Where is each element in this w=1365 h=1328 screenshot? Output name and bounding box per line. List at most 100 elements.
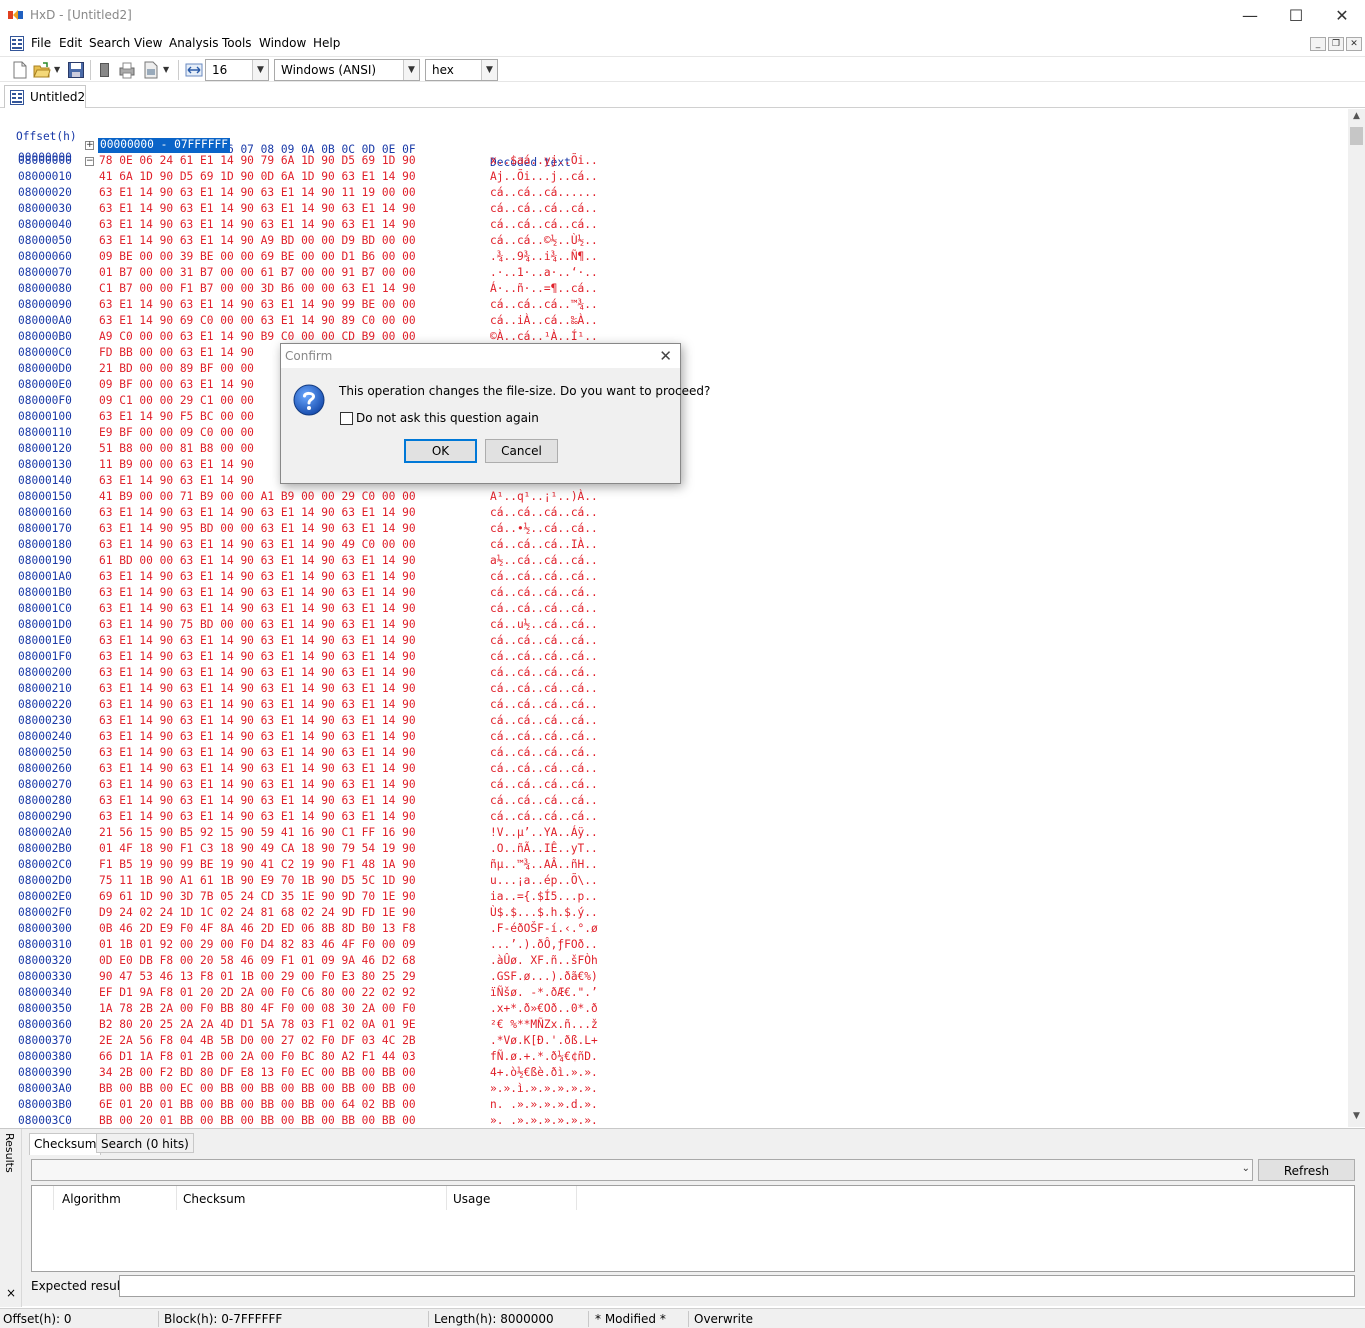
menu-analysis[interactable]: Analysis [169, 36, 218, 50]
row-decoded-text[interactable]: ñµ..™¾..AÂ..ñH.. [490, 858, 598, 871]
dont-ask-checkbox[interactable] [340, 412, 353, 425]
row-decoded-text[interactable]: ²€ %**MÑZx.ñ...ž [490, 1018, 598, 1031]
menu-help[interactable]: Help [313, 36, 340, 50]
row-decoded-text[interactable]: Á·..ñ·..=¶..cá.. [490, 282, 598, 295]
collapse-icon[interactable]: − [85, 157, 94, 166]
row-bytes[interactable]: 63 E1 14 90 63 E1 14 90 63 E1 14 90 49 C… [99, 538, 416, 551]
open-dropdown-icon[interactable]: ▼ [54, 65, 60, 74]
row-decoded-text[interactable]: Aj..Õi...j..cá.. [490, 170, 598, 183]
row-decoded-text[interactable]: .x+*.ð»€Oð..0*.ð [490, 1002, 598, 1015]
row-bytes[interactable]: 63 E1 14 90 63 E1 14 90 63 E1 14 90 63 E… [99, 746, 416, 759]
scroll-down-icon[interactable]: ▼ [1348, 1111, 1365, 1125]
vertical-scrollbar[interactable]: ▲ ▼ [1348, 109, 1365, 1127]
print-icon[interactable] [118, 61, 136, 79]
mdi-minimize-button[interactable]: _ [1310, 37, 1326, 51]
row-decoded-text[interactable]: cá..cá..cá..cá.. [490, 698, 598, 711]
row-bytes[interactable]: 63 E1 14 90 63 E1 14 90 63 E1 14 90 63 E… [99, 810, 416, 823]
row-bytes[interactable]: 2E 2A 56 F8 04 4B 5B D0 00 27 02 F0 DF 0… [99, 1034, 416, 1047]
row-bytes[interactable]: 63 E1 14 90 63 E1 14 90 63 E1 14 90 63 E… [99, 202, 416, 215]
row-bytes[interactable]: 09 BE 00 00 39 BE 00 00 69 BE 00 00 D1 B… [99, 250, 416, 263]
row-decoded-text[interactable]: cá..cá..cá..cá.. [490, 202, 598, 215]
row-decoded-text[interactable]: x..$aá..yj..Õi.. [490, 154, 598, 167]
row-decoded-text[interactable]: .*Vø.K[Ð.'.ðß.L+ [490, 1034, 598, 1047]
row-decoded-text[interactable]: cá..cá..cá..cá.. [490, 586, 598, 599]
row-decoded-text[interactable]: ©À..cá..¹À..Í¹.. [490, 330, 598, 343]
row-decoded-text[interactable]: ïÑšø. -*.ðÆ€.".’ [490, 986, 598, 999]
hex-editor[interactable]: Offset(h) 00 01 02 03 04 05 06 07 08 09 … [0, 109, 1348, 1127]
row-bytes[interactable]: 0D E0 DB F8 00 20 58 46 09 F1 01 09 9A 4… [99, 954, 416, 967]
expand-icon[interactable]: + [85, 141, 94, 150]
close-file-icon[interactable] [96, 61, 114, 79]
row-decoded-text[interactable]: cá..u½..cá..cá.. [490, 618, 598, 631]
row-decoded-text[interactable]: cá..cá..cá..cá.. [490, 666, 598, 679]
menu-view[interactable]: View [134, 36, 162, 50]
dialog-close-icon[interactable]: ✕ [659, 347, 672, 365]
row-bytes[interactable]: 63 E1 14 90 63 E1 14 90 63 E1 14 90 63 E… [99, 698, 416, 711]
column-algorithm[interactable]: Algorithm [62, 1186, 177, 1210]
row-decoded-text[interactable]: .O..ñÃ..IÊ..yT.. [490, 842, 598, 855]
row-decoded-text[interactable]: n. .».».».».d.». [490, 1098, 598, 1111]
row-decoded-text[interactable]: ».».ì.».».».».». [490, 1082, 598, 1095]
row-bytes[interactable]: 41 6A 1D 90 D5 69 1D 90 0D 6A 1D 90 63 E… [99, 170, 416, 183]
maximize-button[interactable]: ☐ [1273, 0, 1319, 30]
row-bytes[interactable]: 63 E1 14 90 63 E1 14 90 63 E1 14 90 63 E… [99, 506, 416, 519]
chevron-down-icon[interactable]: ▼ [481, 60, 497, 80]
new-file-icon[interactable] [11, 61, 29, 79]
row-bytes[interactable]: 09 C1 00 00 29 C1 00 00 [99, 394, 254, 407]
row-bytes[interactable]: 63 E1 14 90 63 E1 14 90 A9 BD 00 00 D9 B… [99, 234, 416, 247]
tab-search-hits[interactable]: Search (0 hits) [96, 1133, 194, 1153]
status-mode[interactable]: Overwrite [694, 1312, 753, 1326]
row-bytes[interactable]: 63 E1 14 90 63 E1 14 90 63 E1 14 90 63 E… [99, 666, 416, 679]
row-bytes[interactable]: 63 E1 14 90 63 E1 14 90 63 E1 14 90 99 B… [99, 298, 416, 311]
minimize-button[interactable]: — [1227, 0, 1273, 30]
tab-untitled2[interactable]: Untitled2 [4, 85, 86, 108]
row-bytes[interactable]: E9 BF 00 00 09 C0 00 00 [99, 426, 254, 439]
range-row[interactable]: 00000000 + 00000000 - 07FFFFFF [0, 138, 230, 164]
row-bytes[interactable]: 63 E1 14 90 63 E1 14 90 63 E1 14 90 11 1… [99, 186, 416, 199]
scroll-up-icon[interactable]: ▲ [1348, 111, 1365, 125]
selected-range[interactable]: 00000000 - 07FFFFFF [98, 138, 230, 153]
row-bytes[interactable]: 61 BD 00 00 63 E1 14 90 63 E1 14 90 63 E… [99, 554, 416, 567]
row-bytes[interactable]: 09 BF 00 00 63 E1 14 90 [99, 378, 254, 391]
row-bytes[interactable]: 21 56 15 90 B5 92 15 90 59 41 16 90 C1 F… [99, 826, 416, 839]
row-decoded-text[interactable]: cá..cá..cá..cá.. [490, 218, 598, 231]
column-usage[interactable]: Usage [453, 1186, 577, 1210]
open-file-icon[interactable] [33, 61, 51, 79]
properties-dropdown-icon[interactable]: ▼ [163, 65, 169, 74]
row-bytes[interactable]: 63 E1 14 90 63 E1 14 90 63 E1 14 90 63 E… [99, 682, 416, 695]
row-decoded-text[interactable]: cá..cá..cá..cá.. [490, 506, 598, 519]
row-decoded-text[interactable]: !V..µ’..YA..Áÿ.. [490, 826, 598, 839]
row-bytes[interactable]: 63 E1 14 90 63 E1 14 90 63 E1 14 90 63 E… [99, 218, 416, 231]
scrollbar-thumb[interactable] [1350, 127, 1363, 145]
dont-ask-label[interactable]: Do not ask this question again [356, 411, 539, 425]
menu-search[interactable]: Search [89, 36, 130, 50]
row-bytes[interactable]: 63 E1 14 90 63 E1 14 90 63 E1 14 90 63 E… [99, 602, 416, 615]
menu-file[interactable]: File [31, 36, 51, 50]
row-bytes[interactable]: 63 E1 14 90 63 E1 14 90 63 E1 14 90 63 E… [99, 586, 416, 599]
row-decoded-text[interactable]: ...’.).ðÔ‚ƒFOð.. [490, 938, 598, 951]
row-bytes[interactable]: 90 47 53 46 13 F8 01 1B 00 29 00 F0 E3 8… [99, 970, 416, 983]
row-bytes[interactable]: 6E 01 20 01 BB 00 BB 00 BB 00 BB 00 64 0… [99, 1098, 416, 1111]
offset-base-combo[interactable]: hex ▼ [425, 59, 498, 81]
chevron-down-icon[interactable]: ▼ [252, 60, 268, 80]
row-bytes[interactable]: 63 E1 14 90 63 E1 14 90 [99, 474, 254, 487]
row-decoded-text[interactable]: ». .».».».».».». [490, 1114, 598, 1127]
cancel-button[interactable]: Cancel [485, 439, 558, 463]
row-decoded-text[interactable]: cá..cá..cá..cá.. [490, 682, 598, 695]
row-bytes[interactable]: 63 E1 14 90 63 E1 14 90 63 E1 14 90 63 E… [99, 778, 416, 791]
column-checksum[interactable]: Checksum [183, 1186, 447, 1210]
row-bytes[interactable]: BB 00 BB 00 EC 00 BB 00 BB 00 BB 00 BB 0… [99, 1082, 416, 1095]
row-decoded-text[interactable]: cá..•½..cá..cá.. [490, 522, 598, 535]
row-bytes[interactable]: 78 0E 06 24 61 E1 14 90 79 6A 1D 90 D5 6… [99, 154, 416, 167]
row-decoded-text[interactable]: 4+.ò½€ßè.ðì.».». [490, 1066, 598, 1079]
row-decoded-text[interactable]: cá..iÀ..cá..‰À.. [490, 314, 598, 327]
row-bytes[interactable]: 0B 46 2D E9 F0 4F 8A 46 2D ED 06 8B 8D B… [99, 922, 416, 935]
row-bytes[interactable]: 21 BD 00 00 89 BF 00 00 [99, 362, 254, 375]
row-decoded-text[interactable]: cá..cá..cá..cá.. [490, 650, 598, 663]
row-bytes[interactable]: FD BB 00 00 63 E1 14 90 [99, 346, 254, 359]
row-bytes[interactable]: 11 B9 00 00 63 E1 14 90 [99, 458, 254, 471]
row-bytes[interactable]: 63 E1 14 90 63 E1 14 90 63 E1 14 90 63 E… [99, 650, 416, 663]
close-button[interactable]: ✕ [1319, 0, 1365, 30]
row-bytes[interactable]: 41 B9 00 00 71 B9 00 00 A1 B9 00 00 29 C… [99, 490, 416, 503]
row-bytes[interactable]: 75 11 1B 90 A1 61 1B 90 E9 70 1B 90 D5 5… [99, 874, 416, 887]
